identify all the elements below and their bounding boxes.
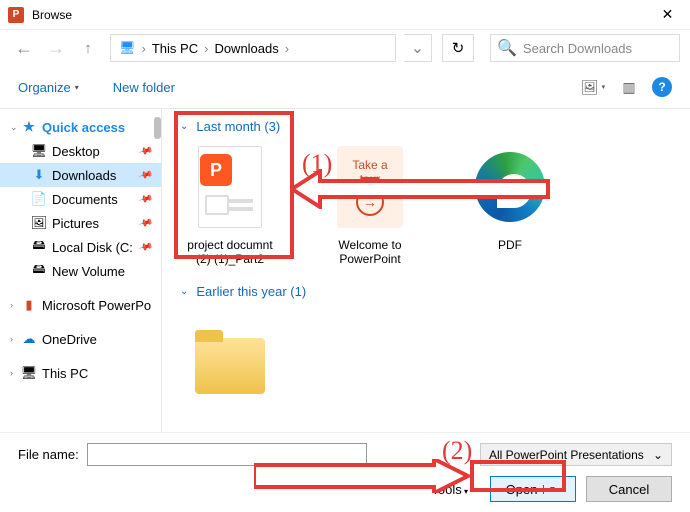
chevron-icon: › (283, 41, 291, 56)
open-button[interactable]: Open▼ (490, 476, 576, 502)
group-title: Last month (3) (196, 119, 280, 134)
sidebar-quick-access[interactable]: ⌄ ★ Quick access (0, 115, 161, 139)
organize-button[interactable]: Organize (18, 80, 79, 95)
sidebar-label: Quick access (42, 120, 125, 135)
group-header-earlier[interactable]: ⌄Earlier this year (1) (180, 284, 672, 299)
sidebar-ms-powerpoint[interactable]: ›▮Microsoft PowerPo (0, 293, 161, 317)
pictures-icon: 🖼 (30, 215, 48, 231)
search-icon: 🔍 (497, 38, 517, 58)
sidebar-thispc[interactable]: ›🖥This PC (0, 361, 161, 385)
ppt-icon: P (200, 154, 232, 186)
pc-icon: 🖥 (119, 40, 136, 56)
powerpoint-app-icon: P (8, 7, 24, 23)
pin-icon: 📌 (137, 191, 153, 207)
file-item-welcome[interactable]: Take a tour → P Welcome to PowerPoint (320, 142, 420, 266)
filename-label: File name: (18, 447, 79, 462)
file-item-project[interactable]: P project documnt (2) (1)_Part2 (180, 142, 280, 266)
sidebar-item-downloads[interactable]: ⬇ Downloads 📌 (0, 163, 161, 187)
sidebar-item-label: Pictures (52, 216, 99, 231)
sidebar-item-desktop[interactable]: 🖥 Desktop 📌 (0, 139, 161, 163)
refresh-button[interactable]: ↻ (442, 34, 474, 62)
view-details-button[interactable]: ▥ (616, 74, 642, 100)
forward-button[interactable]: → (42, 34, 70, 62)
view-icons-button[interactable]: 🖼 (580, 74, 606, 100)
file-item-folder[interactable] (180, 307, 280, 403)
search-input[interactable] (523, 41, 673, 56)
sidebar-item-label: Microsoft PowerPo (42, 298, 151, 313)
sidebar-item-label: New Volume (52, 264, 125, 279)
disk-icon: 🖴 (30, 260, 48, 282)
sidebar: ⌄ ★ Quick access 🖥 Desktop 📌 ⬇ Downloads 📌 📄… (0, 109, 162, 432)
file-name-sub: (2) (1)_Part2 (180, 252, 280, 266)
help-button[interactable]: ? (652, 77, 672, 97)
file-filter-dropdown[interactable]: All PowerPoint Presentations (480, 443, 672, 466)
sidebar-item-documents[interactable]: 📄 Documents 📌 (0, 187, 161, 211)
sidebar-item-label: Downloads (52, 168, 116, 183)
address-dropdown[interactable]: ⌄ (404, 34, 432, 62)
window-title: Browse (32, 8, 645, 22)
pin-icon: 📌 (137, 215, 153, 231)
file-name: Welcome to PowerPoint (320, 238, 420, 266)
filename-input[interactable] (87, 443, 367, 466)
desktop-icon: 🖥 (30, 143, 48, 159)
chevron-icon: › (202, 41, 210, 56)
sidebar-item-label: OneDrive (42, 332, 97, 347)
open-label: Open (506, 482, 538, 497)
file-item-pdf[interactable]: PDF (460, 142, 560, 266)
sidebar-item-label: Documents (52, 192, 118, 207)
ppt-icon: P (360, 177, 380, 197)
sidebar-item-localdisk[interactable]: 🖴 Local Disk (C: 📌 (0, 235, 161, 259)
pin-icon: 📌 (137, 143, 153, 159)
file-name: PDF (460, 238, 560, 252)
address-bar[interactable]: 🖥 › This PC › Downloads › (110, 34, 396, 62)
chevron-icon: › (140, 41, 148, 56)
search-box[interactable]: 🔍 (490, 34, 680, 62)
pin-icon: 📌 (137, 239, 153, 255)
cancel-button[interactable]: Cancel (586, 476, 672, 502)
filter-label: All PowerPoint Presentations (489, 448, 644, 462)
powerpoint-icon: ▮ (20, 297, 38, 313)
sidebar-item-label: This PC (42, 366, 88, 381)
downloads-icon: ⬇ (30, 167, 48, 183)
documents-icon: 📄 (30, 191, 48, 207)
back-button[interactable]: ← (10, 34, 38, 62)
edge-icon (475, 152, 545, 222)
close-button[interactable]: ✕ (645, 0, 690, 30)
group-title: Earlier this year (1) (196, 284, 306, 299)
folder-icon (195, 338, 265, 394)
new-folder-button[interactable]: New folder (113, 80, 175, 95)
pc-icon: 🖥 (20, 365, 38, 381)
sidebar-item-newvolume[interactable]: 🖴 New Volume (0, 259, 161, 283)
sidebar-item-pictures[interactable]: 🖼 Pictures 📌 (0, 211, 161, 235)
up-button[interactable]: ↑ (74, 34, 102, 62)
onedrive-icon: ☁ (20, 331, 38, 347)
star-icon: ★ (20, 119, 38, 135)
tools-dropdown[interactable]: Tools (431, 482, 468, 497)
breadcrumb-root[interactable]: This PC (148, 41, 202, 56)
sidebar-item-label: Desktop (52, 144, 100, 159)
sidebar-onedrive[interactable]: ›☁OneDrive (0, 327, 161, 351)
file-list: ⌄Last month (3) P project documnt (2) (1… (162, 109, 690, 432)
tour-text: Take a (352, 158, 387, 172)
breadcrumb-folder[interactable]: Downloads (210, 41, 282, 56)
disk-icon: 🖴 (30, 236, 48, 258)
group-header-lastmonth[interactable]: ⌄Last month (3) (180, 119, 672, 134)
sidebar-item-label: Local Disk (C: (52, 240, 133, 255)
file-name: project documnt (180, 238, 280, 252)
pin-icon: 📌 (137, 167, 153, 183)
